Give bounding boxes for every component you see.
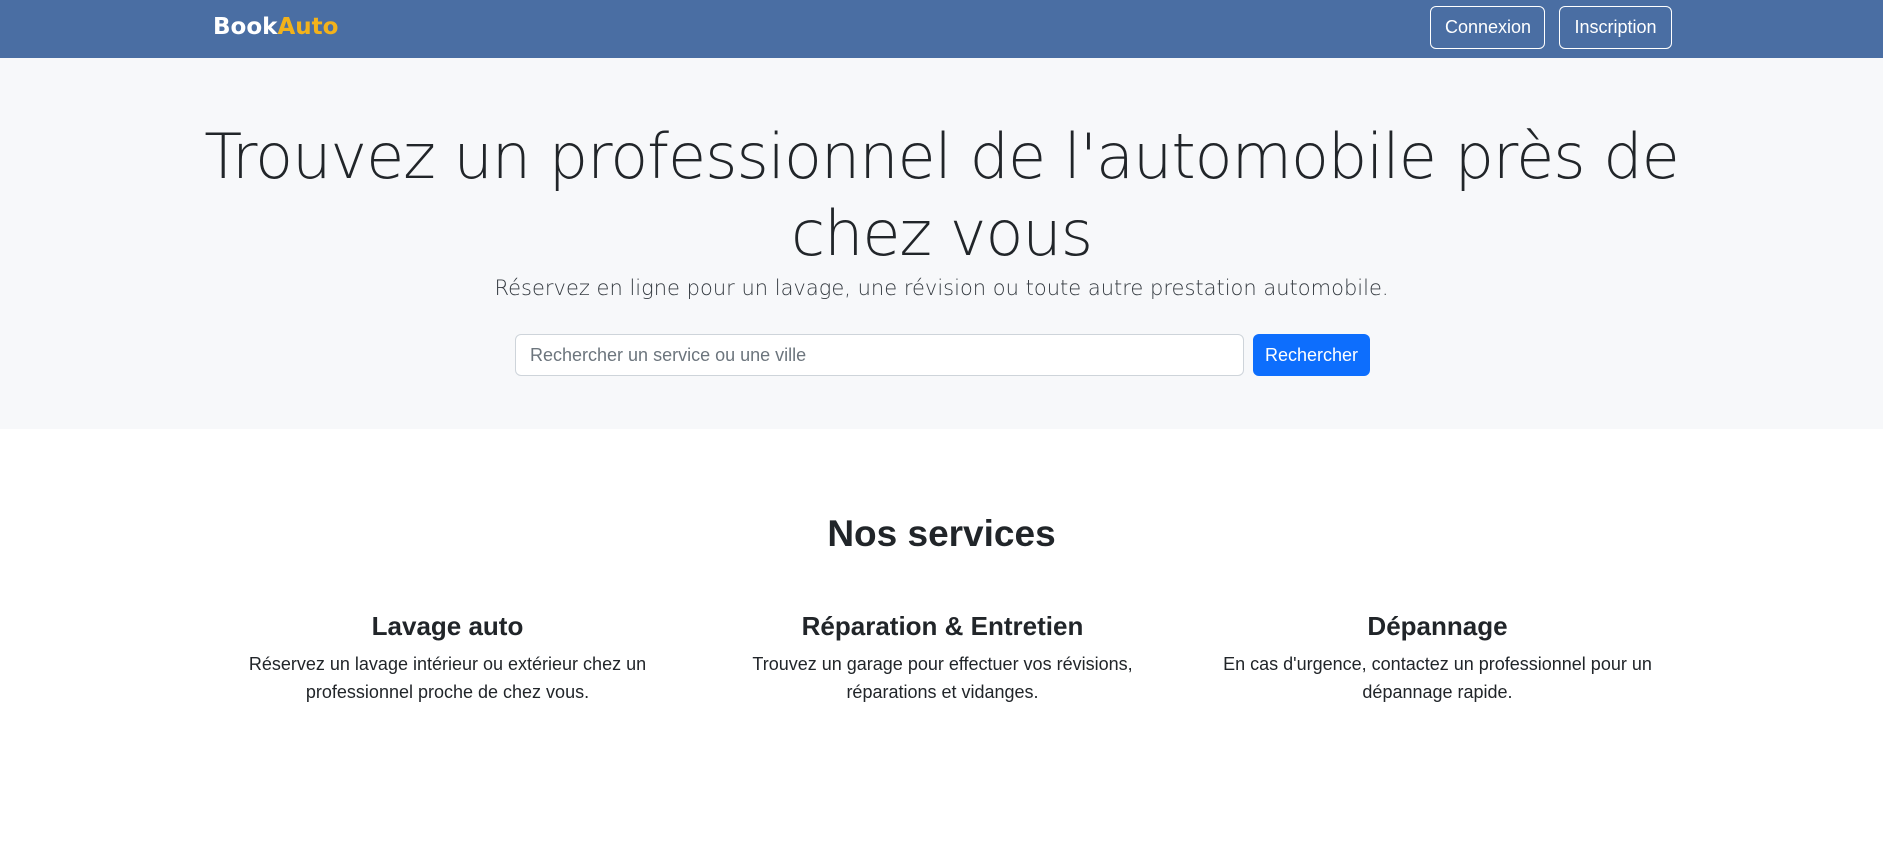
service-title: Lavage auto	[371, 611, 524, 641]
service-title: Dépannage	[1367, 611, 1508, 641]
brand-logo-part2: Auto	[277, 14, 339, 40]
brand-logo[interactable]: BookAuto	[213, 12, 338, 42]
navbar: BookAuto Connexion Inscription	[0, 0, 1883, 58]
services-title: Nos services	[827, 513, 1056, 554]
signup-button[interactable]: Inscription	[1559, 6, 1672, 49]
brand-logo-part1: Book	[213, 14, 278, 40]
service-card-reparation: Réparation & Entretien Trouvez un garage…	[705, 608, 1180, 706]
service-description: Réservez un lavage intérieur ou extérieu…	[248, 654, 647, 702]
hero-section: Trouvez un professionnel de l'automobile…	[0, 58, 1883, 429]
service-description: En cas d'urgence, contactez un professio…	[1223, 654, 1652, 702]
hero-title: Trouvez un professionnel de l'automobile…	[204, 120, 1679, 270]
service-description: Trouvez un garage pour effectuer vos rév…	[752, 654, 1133, 702]
search-input[interactable]	[515, 334, 1244, 376]
search-button[interactable]: Rechercher	[1253, 334, 1370, 376]
service-title: Réparation & Entretien	[801, 611, 1084, 641]
service-card-depannage: Dépannage En cas d'urgence, contactez un…	[1200, 608, 1675, 706]
hero-subtitle: Réservez en ligne pour un lavage, une ré…	[494, 276, 1389, 300]
login-button[interactable]: Connexion	[1430, 6, 1545, 49]
service-card-lavage: Lavage auto Réservez un lavage intérieur…	[210, 608, 685, 706]
